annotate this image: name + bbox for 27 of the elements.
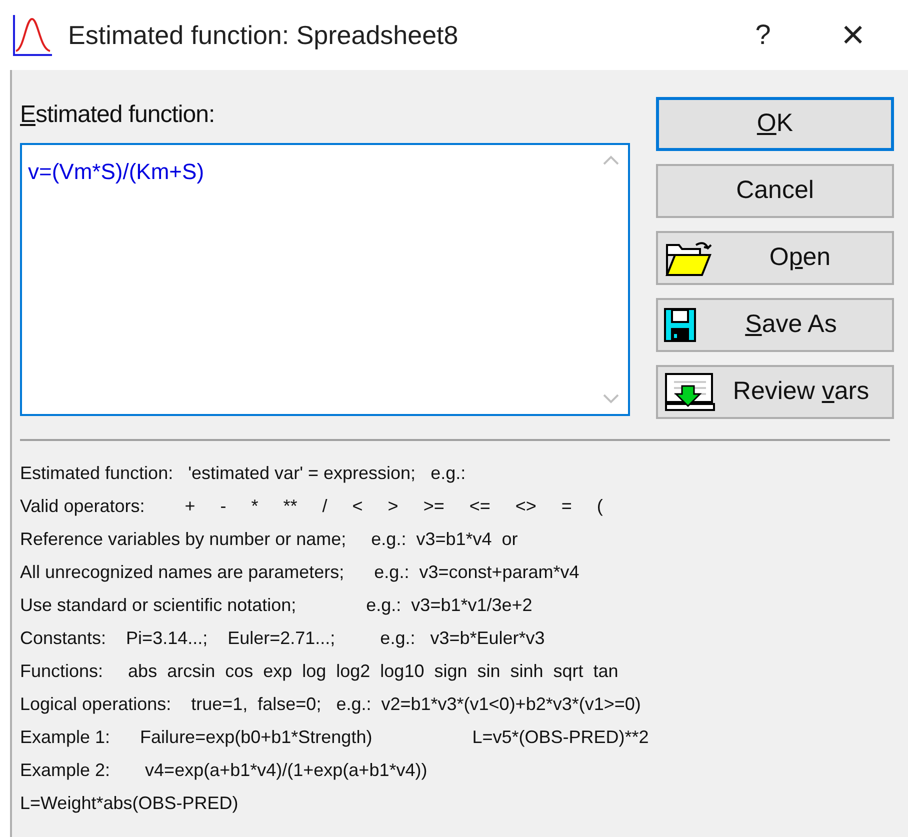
help-text: Logical operations: true=1, false=0; e.g.: v2=b1*v3*(v1<0)+b2*v3*(v1>=0) (20, 693, 642, 716)
help-text: Example 1: Failure=exp(b0+b1*Strength) L=v5*(OBS-PRED)**2 (20, 726, 650, 749)
help-text: Estimated function: 'estimated var' = expression; e.g.: (20, 462, 467, 485)
close-button[interactable]: × (828, 15, 878, 55)
field-label: Estimated function: (20, 100, 216, 130)
window-title: Estimated function: Spreadsheet8 (68, 18, 460, 52)
scroll-up-icon[interactable] (603, 155, 619, 165)
download-to-table-icon (664, 372, 716, 412)
help-text: Valid operators: + - * ** / < > >= <= <> = ( (20, 495, 604, 518)
help-text: Functions: abs arcsin cos exp log log2 log10 sign sin sinh sqrt tan (20, 660, 620, 683)
dialog-button[interactable]: OK (656, 97, 894, 151)
review-button[interactable]: Review vars (656, 365, 894, 419)
save-button[interactable]: Save As (656, 298, 894, 352)
help-text: L=Weight*abs(OBS-PRED) (20, 792, 240, 815)
help-text: Reference variables by number or name; e.g.: v3=b1*v4 or (20, 528, 519, 551)
help-button[interactable]: ? (738, 14, 788, 56)
curve-chart-icon (12, 13, 54, 57)
folder-icon (664, 239, 714, 277)
help-text: Use standard or scientific notation; e.g.: v3=b1*v1/3e+2 (20, 594, 534, 617)
input-value: v=(Vm*S)/(Km+S) (27, 158, 206, 186)
open-button[interactable]: Open (656, 231, 894, 285)
dialog-button[interactable]: Cancel (656, 164, 894, 218)
help-text: Constants: Pi=3.14...; Euler=2.71...; e.g.: v3=b*Euler*v3 (20, 627, 546, 650)
scroll-down-icon[interactable] (603, 394, 619, 404)
help-text: All unrecognized names are parameters; e.g.: v3=const+param*v4 (20, 561, 580, 584)
function-input[interactable]: v=(Vm*S)/(Km+S) (20, 143, 630, 416)
help-text: Example 2: v4=exp(a+b1*v4)/(1+exp(a+b1*v4)) (20, 759, 428, 782)
